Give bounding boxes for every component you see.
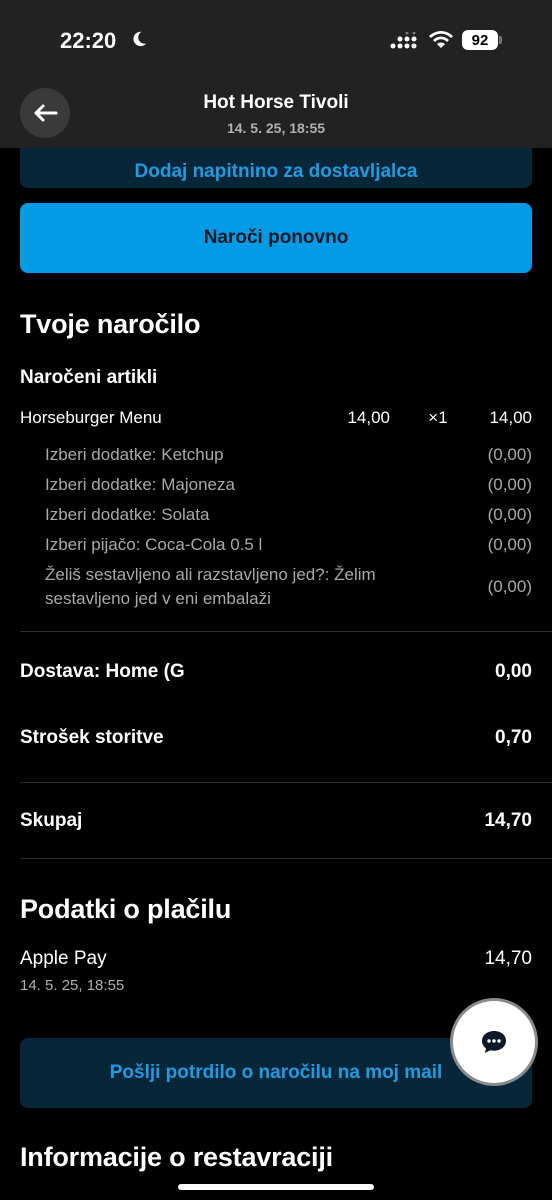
divider — [20, 858, 552, 859]
item-option-row: Izberi pijačo: Coca-Cola 0.5 l (0,00) — [45, 533, 532, 557]
battery-tip — [499, 36, 502, 44]
battery-icon: 92 — [462, 30, 498, 50]
divider — [20, 782, 552, 783]
item-name: Horseburger Menu — [20, 408, 162, 427]
chat-button[interactable] — [450, 998, 538, 1086]
item-option-row: Izberi dodatke: Majoneza (0,00) — [45, 473, 532, 497]
service-fee-row: Strošek storitve 0,70 — [20, 727, 532, 749]
option-label: Izberi pijačo: Coca-Cola 0.5 l — [45, 535, 263, 554]
option-price: (0,00) — [487, 505, 532, 524]
delivery-value: 0,00 — [495, 661, 532, 682]
item-price: 14,00 — [347, 408, 390, 427]
item-quantity: ×1 — [428, 408, 448, 427]
option-price: (0,00) — [487, 535, 532, 554]
item-total: 14,00 — [489, 408, 532, 427]
order-item-row: Horseburger Menu 14,00 ×1 14,00 — [20, 408, 532, 428]
add-tip-label: Dodaj napitnino za dostavljalca — [134, 161, 418, 182]
status-time: 22:20 — [60, 28, 117, 53]
payment-section-title: Podatki o plačilu — [20, 894, 232, 924]
delivery-label: Dostava: Home (G — [20, 661, 185, 682]
total-value: 14,70 — [484, 810, 532, 831]
home-indicator — [178, 1184, 374, 1190]
cellular-signal-icon — [390, 32, 417, 49]
delivery-row: Dostava: Home (G 0,00 — [20, 661, 532, 683]
order-section-title: Tvoje naročilo — [20, 309, 201, 339]
total-row: Skupaj 14,70 — [20, 810, 532, 832]
option-label: Želiš sestavljeno ali razstavljeno jed?:… — [45, 565, 376, 608]
option-price: (0,00) — [487, 475, 532, 494]
reorder-button[interactable]: Naroči ponovno — [20, 203, 532, 273]
payment-date: 14. 5. 25, 18:55 — [20, 977, 125, 994]
item-option-row: Izberi dodatke: Ketchup (0,00) — [45, 443, 532, 467]
option-price: (0,00) — [487, 577, 532, 596]
option-label: Izberi dodatke: Ketchup — [45, 445, 224, 464]
email-receipt-label: Pošlji potrdilo o naročilu na moj mail — [109, 1062, 443, 1083]
item-option-row: Izberi dodatke: Solata (0,00) — [45, 503, 532, 527]
option-price: (0,00) — [487, 445, 532, 464]
total-label: Skupaj — [20, 810, 83, 831]
payment-amount: 14,70 — [484, 948, 532, 969]
service-fee-value: 0,70 — [495, 727, 532, 748]
reorder-label: Naroči ponovno — [203, 227, 349, 248]
option-label: Izberi dodatke: Majoneza — [45, 475, 235, 494]
ordered-items-heading: Naročeni artikli — [20, 367, 158, 388]
restaurant-name: Hot Horse Tivoli — [203, 92, 349, 113]
item-option-row: Želiš sestavljeno ali razstavljeno jed?:… — [45, 563, 532, 611]
payment-method: Apple Pay — [20, 948, 107, 969]
wifi-icon — [429, 31, 453, 48]
option-label: Izberi dodatke: Solata — [45, 505, 210, 524]
status-bar: 22:20 92 — [0, 0, 552, 84]
restaurant-info-title: Informacije o restavraciji — [20, 1142, 333, 1172]
chat-bubble-icon — [482, 1031, 506, 1053]
service-fee-label: Strošek storitve — [20, 727, 164, 748]
order-date: 14. 5. 25, 18:55 — [226, 120, 326, 136]
moon-icon — [133, 31, 147, 47]
divider — [20, 631, 552, 632]
